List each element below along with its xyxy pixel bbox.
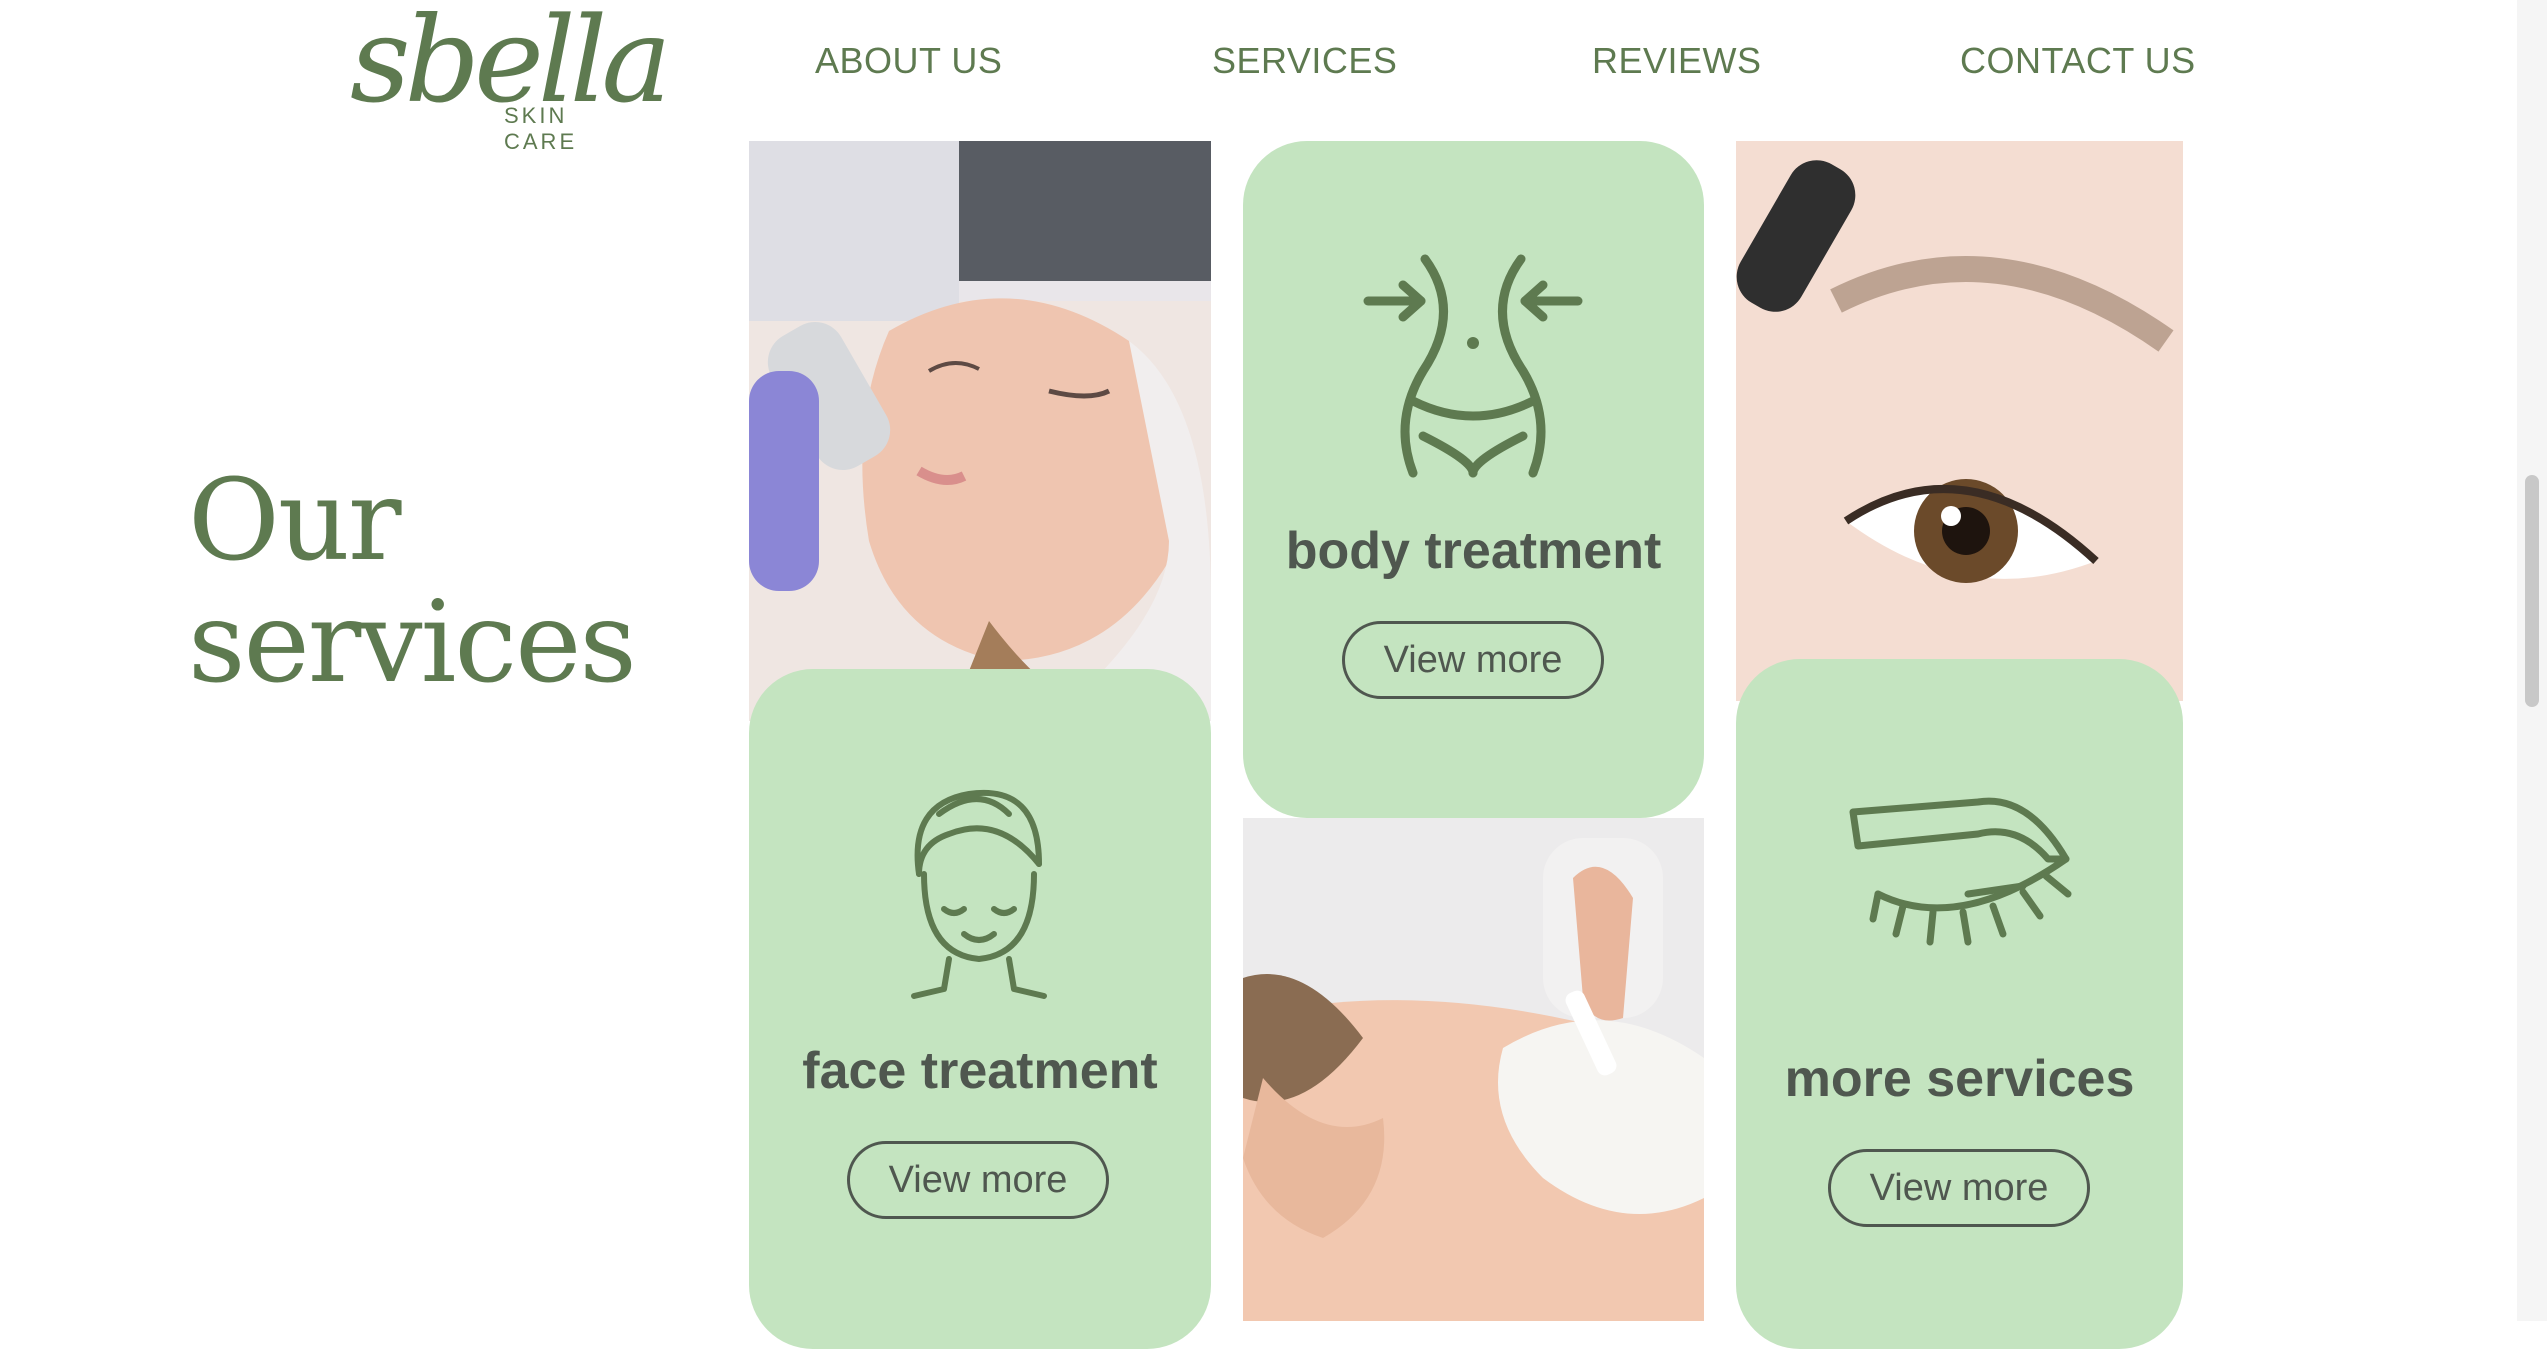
section-heading: Our services — [188, 460, 708, 704]
facial-treatment-photo — [749, 141, 1211, 721]
heading-line-1: Our — [188, 456, 402, 586]
brow-treatment-photo — [1736, 141, 2183, 701]
nav-contact-us[interactable]: CONTACT US — [1960, 40, 2196, 82]
woman-towel-face-icon — [911, 789, 1047, 999]
face-treatment-view-more-button[interactable]: View more — [847, 1141, 1109, 1219]
face-treatment-card[interactable]: face treatment View more — [749, 669, 1211, 1349]
body-treatment-photo — [1243, 818, 1704, 1321]
logo-tagline: SKIN CARE — [504, 103, 578, 154]
brand-logo[interactable]: sbella SKIN CARE — [350, 0, 672, 154]
body-treatment-card[interactable]: body treatment View more — [1243, 141, 1704, 818]
scrollbar-thumb[interactable] — [2525, 475, 2539, 707]
body-treatment-view-more-button[interactable]: View more — [1342, 621, 1604, 699]
nav-reviews[interactable]: REVIEWS — [1592, 40, 1762, 82]
more-services-card[interactable]: more services View more — [1736, 659, 2183, 1349]
more-services-title: more services — [1784, 1050, 2135, 1108]
face-treatment-title: face treatment — [802, 1042, 1158, 1100]
page-scrollbar[interactable] — [2517, 0, 2547, 1321]
nav-services[interactable]: SERVICES — [1212, 40, 1397, 82]
eyebrow-lash-icon — [1849, 797, 2072, 946]
heading-line-2: services — [188, 578, 637, 708]
waist-slimming-icon — [1363, 254, 1583, 478]
body-treatment-title: body treatment — [1285, 522, 1662, 580]
nav-about-us[interactable]: ABOUT US — [815, 40, 1002, 82]
more-services-view-more-button[interactable]: View more — [1828, 1149, 2090, 1227]
